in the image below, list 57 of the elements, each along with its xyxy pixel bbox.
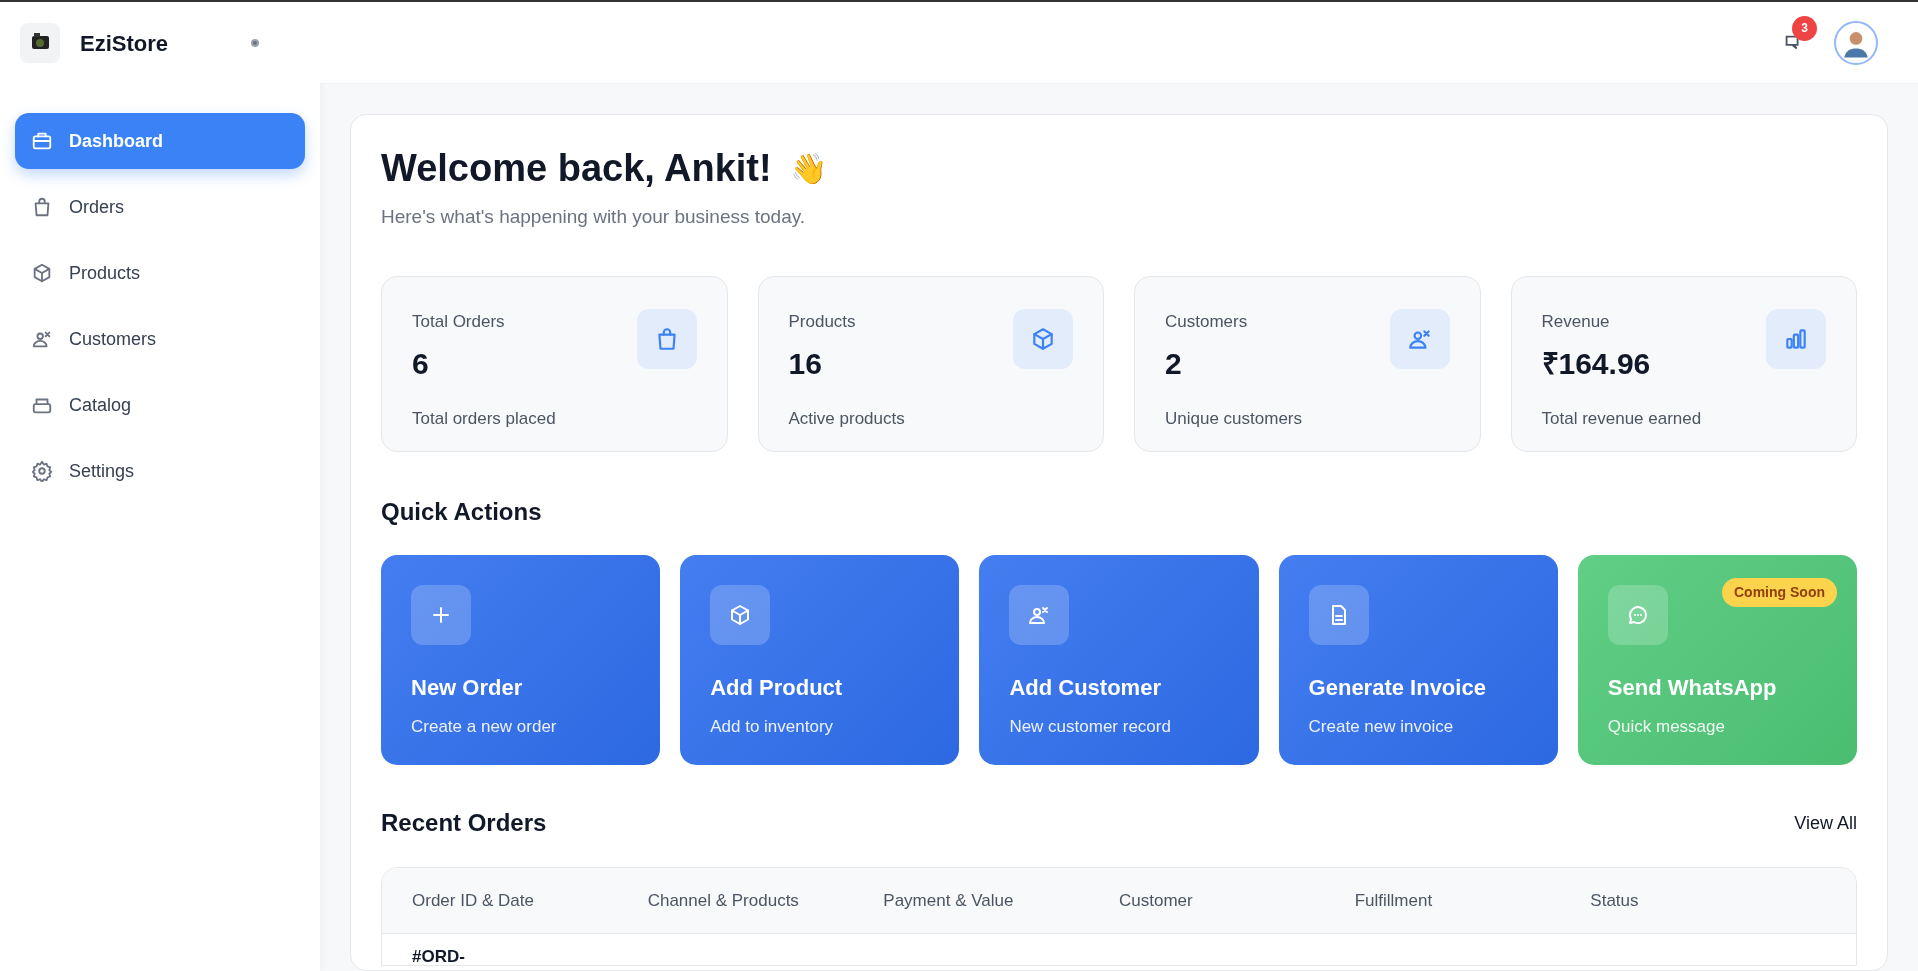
sidebar-item[interactable]: Dashboard [15, 113, 305, 169]
column-header: Fulfillment [1354, 889, 1434, 912]
notification-badge: 3 [1792, 15, 1817, 41]
stat-value: ₹164.96 [1541, 345, 1652, 382]
quick-action-card[interactable]: Add Product Add to inventory [680, 555, 960, 765]
column-header: Status [1590, 889, 1640, 912]
status-dot-icon [250, 38, 260, 48]
bar-chart-icon [1783, 326, 1809, 352]
stat-value: 2 [1165, 345, 1183, 382]
column-header: Order ID & Date [412, 889, 535, 912]
stat-value: 6 [412, 345, 430, 382]
quick-action-card[interactable]: Generate Invoice Create new invoice [1278, 555, 1558, 765]
stat-label: Customers [1165, 311, 1249, 333]
stat-label: Revenue [1541, 311, 1611, 333]
briefcase-icon [31, 130, 53, 152]
stat-caption: Total orders placed [412, 407, 556, 430]
logo-icon [20, 23, 60, 63]
quick-action-card[interactable]: New Order Create a new order [381, 555, 661, 765]
stat-caption: Total revenue earned [1541, 407, 1702, 430]
column-header: Customer [1119, 889, 1194, 912]
welcome-subtitle: Here's what's happening with your business today. [381, 204, 807, 229]
action-title: Generate Invoice [1308, 674, 1487, 702]
action-subtitle: Create a new order [411, 716, 558, 738]
section-title: Recent Orders [381, 808, 547, 838]
action-title: Add Customer [1009, 674, 1162, 702]
view-all-link[interactable]: View All [1794, 809, 1857, 837]
stat-label: Products [788, 311, 857, 333]
sidebar-item[interactable]: Customers [15, 311, 305, 367]
table-cell-text: #ORD- [412, 948, 466, 965]
quick-action-card[interactable]: Send WhatsApp Quick message Coming Soon [1577, 555, 1857, 765]
stat-caption: Unique customers [1165, 407, 1302, 430]
action-subtitle: New customer record [1009, 716, 1172, 738]
cube-icon [1030, 326, 1056, 352]
column-header: Channel & Products [647, 889, 800, 912]
sidebar-item[interactable]: Catalog [15, 377, 305, 433]
sidebar-item[interactable]: Orders [15, 179, 305, 235]
action-title: New Order [411, 674, 524, 702]
section-title: Quick Actions [381, 497, 543, 527]
action-subtitle: Create new invoice [1308, 716, 1455, 738]
column-header: Payment & Value [883, 889, 1015, 912]
cube-icon [31, 262, 53, 284]
sidebar-item[interactable]: Products [15, 245, 305, 301]
sidebar-item[interactable]: Settings [15, 443, 305, 499]
brand-name: EziStore [80, 29, 169, 58]
stat-caption: Active products [788, 407, 905, 430]
coming-soon-badge: Coming Soon [1722, 578, 1837, 607]
stat-value: 16 [788, 345, 823, 382]
action-subtitle: Quick message [1607, 716, 1726, 738]
settings-icon [31, 460, 53, 482]
action-title: Send WhatsApp [1607, 674, 1778, 702]
welcome-title: Welcome back, Ankit! [381, 146, 772, 191]
wave-emoji: 👋 [789, 151, 827, 188]
action-subtitle: Add to inventory [710, 716, 835, 738]
quick-action-card[interactable]: Add Customer New customer record [979, 555, 1259, 765]
stat-label: Total Orders [412, 311, 506, 333]
avatar[interactable] [1834, 20, 1878, 65]
action-title: Add Product [710, 674, 844, 702]
